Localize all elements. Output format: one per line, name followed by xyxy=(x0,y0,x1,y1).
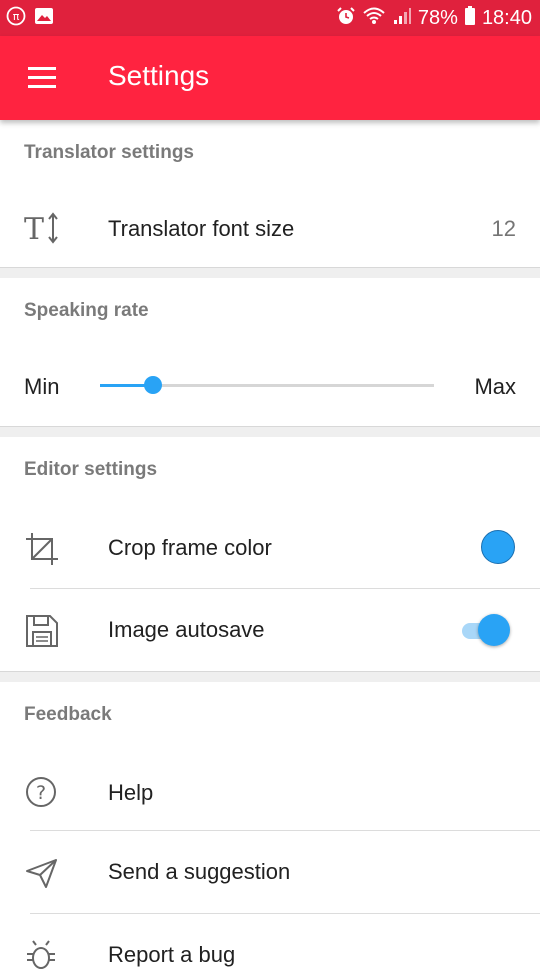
translator-font-size-row[interactable]: T Translator font size 12 xyxy=(0,196,540,266)
svg-text:?: ? xyxy=(36,782,46,804)
report-bug-label: Report a bug xyxy=(108,942,236,967)
section-header-feedback: Feedback xyxy=(24,704,112,725)
help-circle-icon: ? xyxy=(24,774,60,810)
hamburger-menu-icon[interactable] xyxy=(26,64,58,92)
report-bug-row[interactable]: Report a bug xyxy=(0,914,540,969)
slider-min-label: Min xyxy=(24,374,60,399)
bug-icon xyxy=(24,938,60,974)
crop-icon xyxy=(24,531,60,567)
help-row[interactable]: ? Help xyxy=(0,752,540,830)
battery-percent: 78% xyxy=(417,6,458,29)
editor-settings-section: Editor settings Crop frame color Image a… xyxy=(0,437,540,670)
section-separator xyxy=(0,426,540,437)
section-header-editor: Editor settings xyxy=(24,459,158,480)
wifi-icon xyxy=(362,6,386,31)
status-bar: π 78% 18:40 xyxy=(0,0,540,36)
svg-text:T: T xyxy=(24,212,44,246)
crop-frame-color-label: Crop frame color xyxy=(108,535,272,560)
speaking-rate-slider[interactable] xyxy=(100,376,434,394)
crop-frame-color-row[interactable]: Crop frame color xyxy=(0,513,540,587)
translator-settings-section: Translator settings T Translator font si… xyxy=(0,120,540,267)
svg-text:π: π xyxy=(13,10,20,23)
toggle-thumb xyxy=(478,614,510,646)
image-autosave-toggle[interactable] xyxy=(460,613,512,647)
section-separator xyxy=(0,267,540,278)
slider-max-label: Max xyxy=(474,374,516,399)
crop-frame-color-swatch[interactable] xyxy=(481,530,515,564)
signal-icon xyxy=(392,6,412,31)
speaking-rate-section: Speaking rate Min Max xyxy=(0,278,540,426)
send-suggestion-row[interactable]: Send a suggestion xyxy=(0,831,540,913)
text-size-icon: T xyxy=(24,210,60,247)
send-suggestion-label: Send a suggestion xyxy=(108,859,291,884)
section-header-speaking-rate: Speaking rate xyxy=(24,300,149,321)
clock: 18:40 xyxy=(481,6,532,29)
slider-thumb[interactable] xyxy=(144,376,163,394)
image-autosave-row[interactable]: Image autosave xyxy=(0,589,540,669)
image-autosave-label: Image autosave xyxy=(108,617,265,642)
battery-icon xyxy=(464,5,476,31)
section-header-translator: Translator settings xyxy=(24,142,194,163)
app-bar: Settings xyxy=(0,36,540,120)
feedback-section: Feedback ? Help Send a suggestion Report… xyxy=(0,682,540,969)
page-title: Settings xyxy=(108,60,210,91)
help-label: Help xyxy=(108,780,154,805)
send-plane-icon xyxy=(24,855,60,891)
image-icon xyxy=(34,7,54,30)
translator-font-size-label: Translator font size xyxy=(108,216,295,241)
pi-app-icon: π xyxy=(6,6,26,31)
section-separator xyxy=(0,671,540,682)
floppy-disk-icon xyxy=(24,613,60,649)
alarm-icon xyxy=(336,6,356,31)
translator-font-size-value: 12 xyxy=(491,216,516,241)
